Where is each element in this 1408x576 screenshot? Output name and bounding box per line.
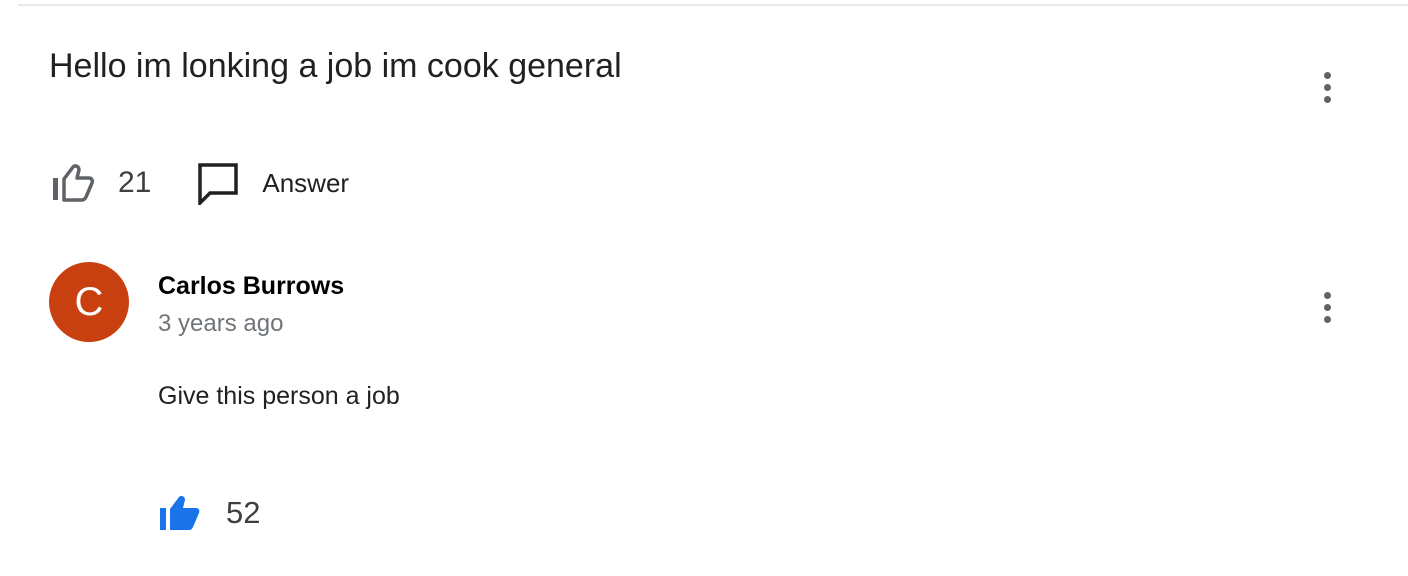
answer-button-label: Answer [262,167,350,198]
question-like-count: 21 [118,166,152,199]
top-divider [18,4,1408,6]
question-more-options-button[interactable] [1307,67,1347,107]
thumbs-up-filled-icon [160,496,200,530]
answer-text: Give this person a job [158,382,400,410]
answer-more-options-button[interactable] [1307,287,1347,327]
comment-icon [198,163,239,205]
answer-like-count: 52 [226,495,261,530]
question-like-button[interactable]: 21 [49,163,151,203]
question-actions: 21 Answer [49,158,349,208]
question-text: Hello im lonking a job im cook general [49,47,622,85]
avatar-initial: C [74,279,104,324]
answer-button[interactable]: Answer [196,161,349,205]
answer-timestamp: 3 years ago [158,310,284,337]
thumbs-up-outline-icon [53,164,95,202]
answer-like-button[interactable]: 52 [158,488,260,538]
more-vert-icon [1323,71,1331,79]
avatar[interactable]: C [49,262,129,342]
author-name[interactable]: Carlos Burrows [158,270,344,302]
more-vert-icon [1323,291,1331,299]
